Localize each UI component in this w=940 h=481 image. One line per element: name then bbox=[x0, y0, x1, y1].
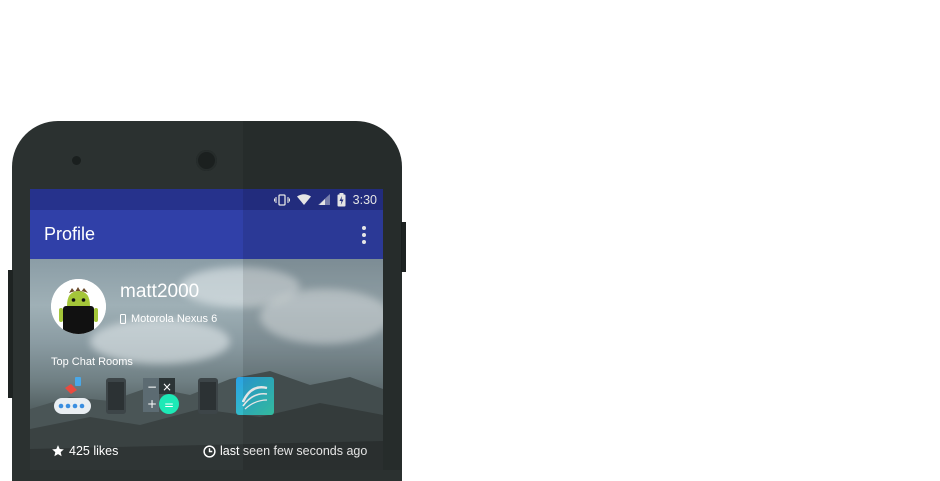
phone-icon bbox=[120, 314, 126, 324]
device-info: Motorola Nexus 6 bbox=[120, 313, 217, 325]
status-bar: 3:30 bbox=[30, 189, 383, 210]
star-icon bbox=[52, 445, 64, 457]
wifi-icon bbox=[296, 194, 311, 205]
swiftkey-app-icon[interactable] bbox=[235, 376, 274, 416]
svg-text:−: − bbox=[147, 380, 157, 394]
calculator-app-icon[interactable]: − × + = bbox=[143, 376, 181, 416]
signal-icon bbox=[317, 194, 330, 205]
page-title: Profile bbox=[44, 224, 96, 244]
profile-header: matt2000 Motorola Nexus 6 Top Chat Rooms bbox=[30, 259, 383, 470]
clock-icon bbox=[203, 444, 216, 458]
phone-device-icon[interactable] bbox=[189, 376, 227, 416]
last-seen-text: last seen few seconds ago bbox=[220, 444, 368, 458]
top-chat-rooms-list: − × + = bbox=[51, 376, 274, 416]
svg-text:+: + bbox=[147, 397, 157, 411]
more-vert-icon[interactable] bbox=[359, 225, 369, 245]
top-chat-rooms-label: Top Chat Rooms bbox=[51, 356, 133, 368]
sensor-icon bbox=[72, 156, 81, 165]
svg-text:=: = bbox=[164, 398, 174, 412]
svg-text:×: × bbox=[162, 380, 172, 394]
app-bar: Profile bbox=[30, 210, 383, 259]
status-time: 3:30 bbox=[352, 192, 377, 207]
vibrate-icon bbox=[273, 193, 290, 206]
phone-screen: 3:30 Profile matt2000 Motorola Nexus 6 T… bbox=[30, 189, 383, 470]
username: matt2000 bbox=[120, 281, 200, 302]
bluetooth-keyboard-app-icon[interactable] bbox=[51, 376, 91, 416]
likes-count: 425 likes bbox=[51, 444, 118, 458]
android-avatar-icon[interactable] bbox=[51, 279, 106, 334]
device-name: Motorola Nexus 6 bbox=[131, 313, 218, 325]
front-camera-icon bbox=[196, 150, 217, 171]
battery-charging-icon bbox=[337, 192, 346, 206]
likes-text: 425 likes bbox=[69, 444, 119, 458]
volume-button bbox=[8, 270, 13, 398]
phone-device-icon[interactable] bbox=[97, 376, 135, 416]
last-seen: last seen few seconds ago bbox=[203, 444, 367, 458]
power-button bbox=[401, 222, 406, 272]
